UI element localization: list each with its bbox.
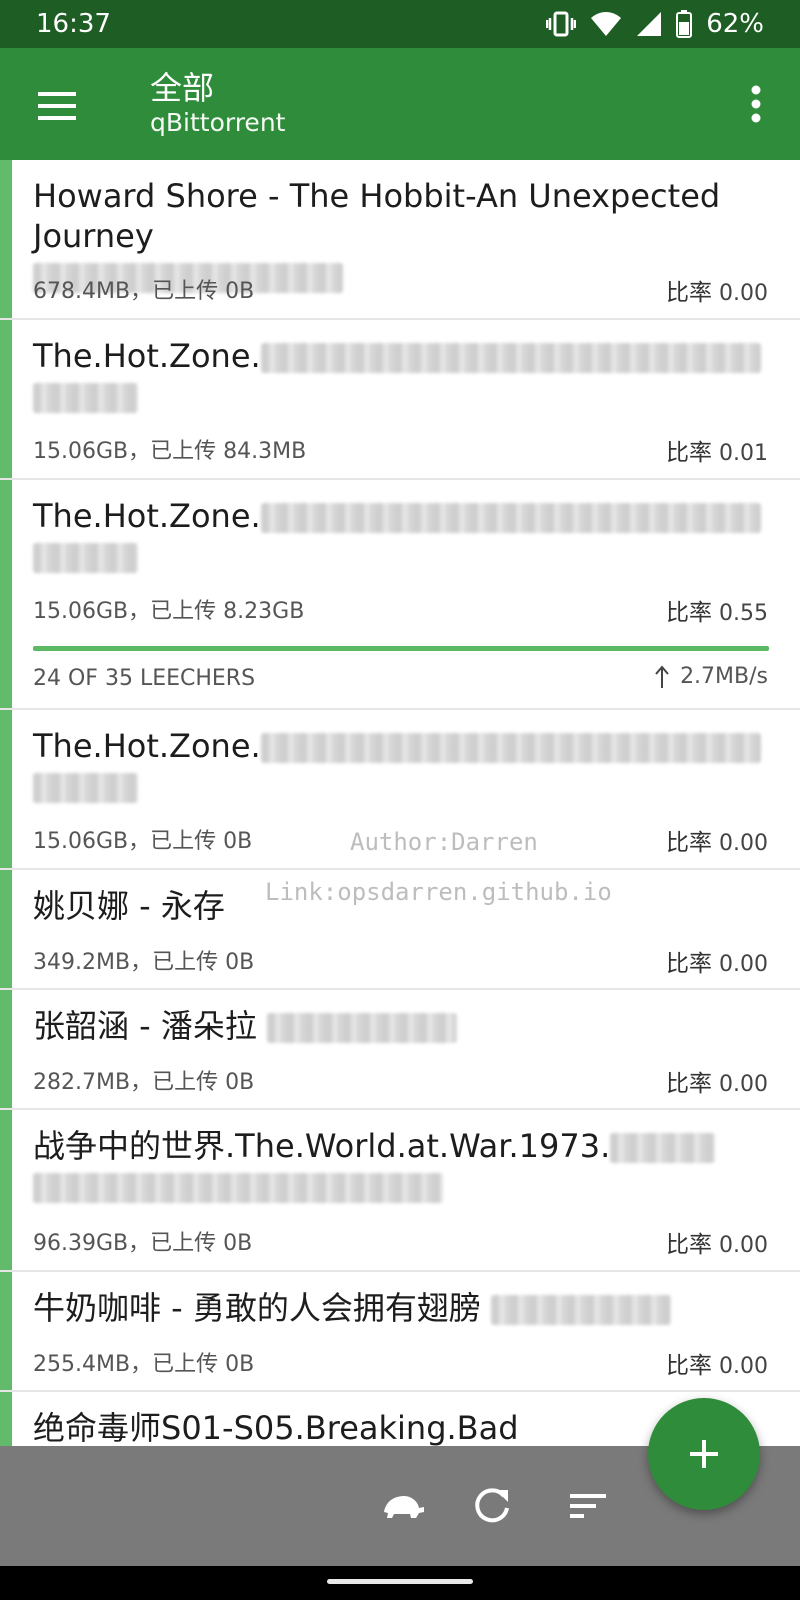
torrent-size-uploaded: 349.2MB，已上传 0B: [33, 950, 255, 975]
add-torrent-button[interactable]: [648, 1398, 760, 1510]
redacted-text: [260, 733, 761, 763]
row-accent: [0, 480, 12, 708]
redacted-text: [33, 773, 138, 803]
torrent-size-uploaded: 96.39GB，已上传 0B: [33, 1231, 253, 1256]
torrent-ratio: 比率 0.00: [666, 280, 768, 306]
page-subtitle: qBittorrent: [150, 108, 286, 137]
torrent-name: 张韶涵 - 潘朵拉: [33, 1006, 768, 1046]
torrent-name: The.Hot.Zone.: [33, 726, 768, 806]
torrent-size-uploaded: 15.06GB，已上传 84.3MB: [33, 439, 307, 464]
watermark-author: Author:Darren: [350, 828, 538, 856]
torrent-ratio: 比率 0.00: [666, 830, 768, 856]
refresh-button[interactable]: [468, 1482, 516, 1530]
home-gesture-handle[interactable]: [327, 1579, 473, 1584]
redacted-text: [267, 1013, 458, 1043]
leechers-count: 24 OF 35 LEECHERS: [33, 666, 256, 691]
signal-icon: [637, 12, 662, 36]
watermark-link: Link:opsdarren.github.io: [265, 878, 612, 906]
torrent-list: Howard Shore - The Hobbit-An Unexpected …: [0, 160, 800, 1446]
torrent-size-uploaded: 15.06GB，已上传 0B: [33, 829, 253, 854]
torrent-name: The.Hot.Zone.: [33, 496, 768, 576]
app-bar: 全部 qBittorrent: [0, 48, 800, 160]
torrent-name: 战争中的世界.The.World.at.War.1973.: [33, 1126, 768, 1206]
torrent-ratio: 比率 0.00: [666, 1071, 768, 1097]
more-vert-icon: [751, 85, 761, 123]
vibrate-icon: [546, 11, 577, 37]
overflow-menu-button[interactable]: [736, 80, 776, 128]
torrent-ratio: 比率 0.00: [666, 1232, 768, 1258]
row-accent: [0, 710, 12, 868]
status-icons: 62%: [546, 9, 764, 39]
redacted-text: [610, 1133, 716, 1163]
refresh-icon: [475, 1488, 509, 1523]
row-accent: [0, 160, 12, 318]
redacted-text: [491, 1295, 672, 1325]
torrent-row[interactable]: The.Hot.Zone. 15.06GB，已上传 0B 比率 0.00 Aut…: [0, 710, 800, 870]
torrent-size-uploaded: 15.06GB，已上传 8.23GB: [33, 599, 305, 624]
torrent-row[interactable]: Howard Shore - The Hobbit-An Unexpected …: [0, 160, 800, 320]
download-progress-bar: [33, 646, 769, 651]
upload-speed: 2.7MB/s: [654, 664, 768, 689]
row-accent: [0, 1272, 12, 1390]
wifi-icon: [591, 12, 622, 36]
torrent-name: 牛奶咖啡 - 勇敢的人会拥有翅膀: [33, 1288, 768, 1328]
row-accent: [0, 1110, 12, 1270]
torrent-ratio: 比率 0.01: [666, 440, 768, 466]
app-bar-titles: 全部 qBittorrent: [150, 68, 285, 138]
arrow-up-icon: [655, 664, 669, 688]
torrent-row[interactable]: 姚贝娜 - 永存 349.2MB，已上传 0B 比率 0.00 Link:ops…: [0, 870, 800, 990]
page-title: 全部: [150, 69, 215, 107]
torrent-ratio: 比率 0.55: [666, 600, 768, 626]
torrent-size-uploaded: 678.4MB，已上传 0B: [33, 279, 255, 304]
torrent-size-uploaded: 282.7MB，已上传 0B: [33, 1070, 255, 1095]
battery-icon: [676, 10, 693, 38]
turtle-button[interactable]: [378, 1482, 426, 1530]
torrent-name: The.Hot.Zone.: [33, 336, 768, 416]
menu-button[interactable]: [28, 78, 84, 134]
redacted-text: [260, 343, 761, 373]
torrent-ratio: 比率 0.00: [666, 1353, 768, 1379]
torrent-row[interactable]: 张韶涵 - 潘朵拉 282.7MB，已上传 0B 比率 0.00: [0, 990, 800, 1110]
redacted-text: [33, 1173, 443, 1203]
torrent-size-uploaded: 255.4MB，已上传 0B: [33, 1352, 255, 1377]
hamburger-icon: [38, 92, 76, 120]
torrent-row[interactable]: 牛奶咖啡 - 勇敢的人会拥有翅膀 255.4MB，已上传 0B 比率 0.00: [0, 1272, 800, 1392]
sort-icon: [570, 1494, 606, 1518]
torrent-row[interactable]: The.Hot.Zone. 15.06GB，已上传 8.23GB 比率 0.55…: [0, 480, 800, 710]
row-accent: [0, 1392, 12, 1446]
plus-icon: [690, 1440, 718, 1468]
status-time: 16:37: [36, 9, 111, 39]
row-accent: [0, 320, 12, 478]
redacted-text: [33, 383, 138, 413]
system-nav-bar: [0, 1566, 800, 1600]
sort-button[interactable]: [564, 1482, 612, 1530]
row-accent: [0, 870, 12, 988]
torrent-row[interactable]: The.Hot.Zone. 15.06GB，已上传 84.3MB 比率 0.01: [0, 320, 800, 480]
torrent-row[interactable]: 战争中的世界.The.World.at.War.1973. 96.39GB，已上…: [0, 1110, 800, 1272]
torrent-ratio: 比率 0.00: [666, 951, 768, 977]
row-accent: [0, 990, 12, 1108]
battery-percent: 62%: [706, 9, 764, 39]
turtle-icon: [384, 1496, 424, 1518]
redacted-text: [260, 503, 761, 533]
status-bar: 16:37 62%: [0, 0, 800, 48]
redacted-text: [33, 543, 138, 573]
